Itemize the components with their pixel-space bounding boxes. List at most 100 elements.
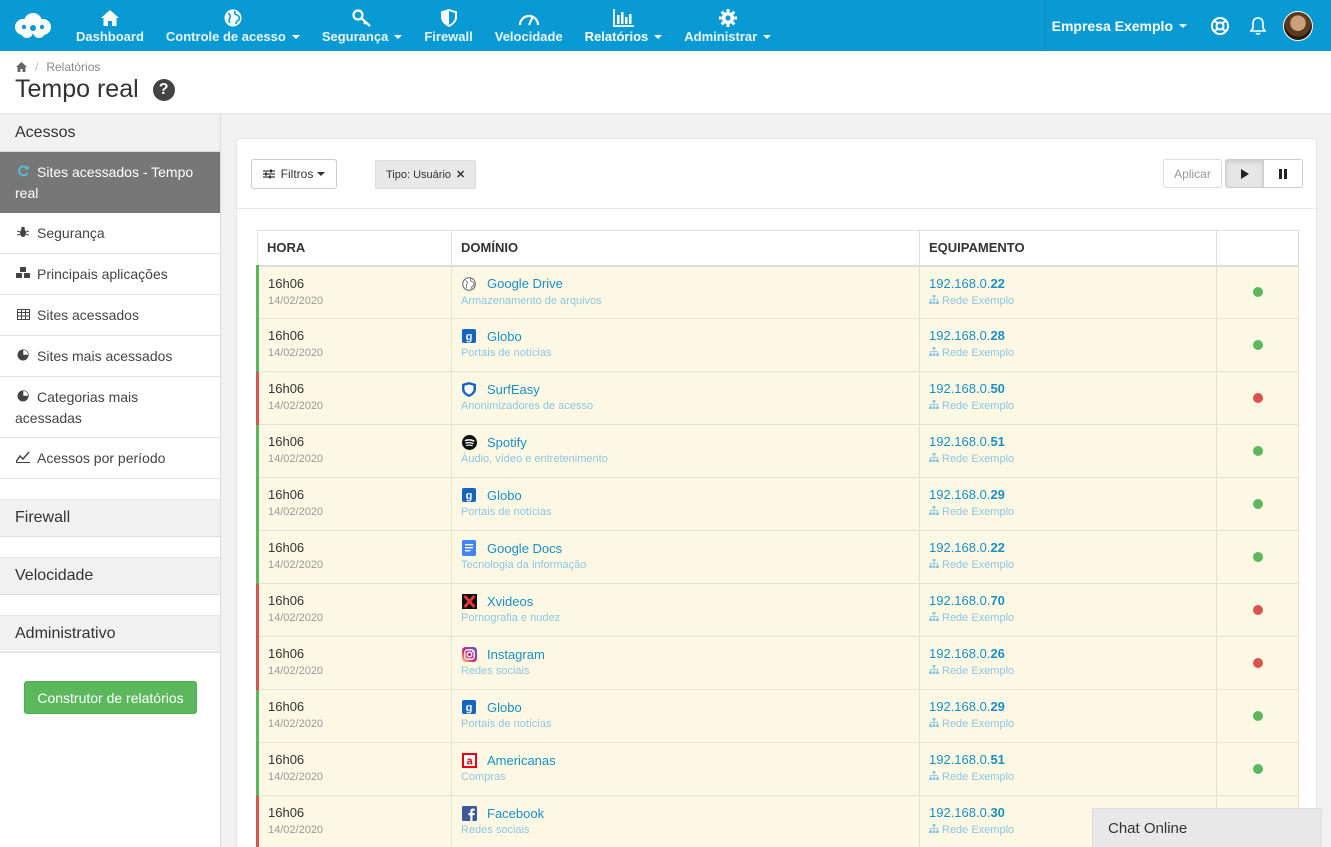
domain-link[interactable]: Instagram xyxy=(487,647,545,662)
play-button[interactable] xyxy=(1225,159,1264,188)
table-row[interactable]: 16h06 14/02/2020 Spotify Áudio, vídeo e ent… xyxy=(256,424,1299,478)
network-name: Rede Exemplo xyxy=(942,347,1015,359)
sidebar-section-velocidade[interactable]: Velocidade xyxy=(0,557,220,595)
domain-link[interactable]: Americanas xyxy=(487,753,556,768)
main-menu: Dashboard Controle de acesso Segurança Fire… xyxy=(65,0,782,51)
sidebar-section-acessos[interactable]: Acessos xyxy=(0,114,220,152)
sidebar-item-0[interactable]: Sites acessados - Tempo real xyxy=(0,152,220,213)
page-title: Tempo real ? xyxy=(15,75,175,104)
chat-online-button[interactable]: Chat Online xyxy=(1092,808,1322,847)
sidebar-item-3[interactable]: Sites acessados xyxy=(0,295,220,336)
device-ip-link[interactable]: 192.168.0.28 xyxy=(929,328,1207,343)
domain-link[interactable]: Globo xyxy=(487,329,522,344)
nav-item-dashboard[interactable]: Dashboard xyxy=(65,0,155,51)
nav-item-velocidade[interactable]: Velocidade xyxy=(484,0,574,51)
domain-link[interactable]: Globo xyxy=(487,700,522,715)
access-date: 14/02/2020 xyxy=(268,665,324,677)
nav-item-seguranca[interactable]: Segurança xyxy=(311,0,413,51)
nav-item-firewall[interactable]: Firewall xyxy=(413,0,483,51)
report-builder-button[interactable]: Construtor de relatórios xyxy=(24,681,197,714)
network-name: Rede Exemplo xyxy=(942,294,1015,307)
company-selector[interactable]: Empresa Exemplo xyxy=(1046,18,1201,34)
domain-link[interactable]: Spotify xyxy=(487,435,527,450)
user-avatar[interactable] xyxy=(1283,10,1313,41)
table-row[interactable]: 16h06 14/02/2020 SurfEasy Anonimizadores de… xyxy=(256,371,1299,425)
sidebar-item-5[interactable]: Categorias mais acessadas xyxy=(0,377,220,438)
table-row[interactable]: 16h06 14/02/2020 Instagram Redes sociais 192… xyxy=(256,636,1299,690)
sidebar-section-firewall[interactable]: Firewall xyxy=(0,499,220,537)
device-ip-link[interactable]: 192.168.0.29 xyxy=(929,699,1207,714)
sidebar-item-1[interactable]: Segurança xyxy=(0,213,220,254)
status-dot-icon xyxy=(1252,552,1263,562)
device-ip-link[interactable]: 192.168.0.51 xyxy=(929,434,1207,449)
table-row[interactable]: 16h06 14/02/2020 a Americanas Compras 192.168… xyxy=(256,742,1299,796)
cell-device: 192.168.0.26 Rede Exemplo xyxy=(919,636,1217,690)
sidebar-item-4[interactable]: Sites mais acessados xyxy=(0,336,220,377)
nav-item-relatorios[interactable]: Relatórios xyxy=(574,0,674,51)
pause-button[interactable] xyxy=(1264,159,1303,188)
filter-chip-label: Tipo: Usuário xyxy=(386,168,452,181)
sitemap-icon xyxy=(929,665,939,678)
cell-domain: a Americanas Compras xyxy=(451,742,920,796)
sidebar-item-2[interactable]: Principais aplicações xyxy=(0,254,220,295)
access-date: 14/02/2020 xyxy=(268,612,324,624)
table-row[interactable]: 16h06 14/02/2020 Xvideos Pornografia e nude… xyxy=(256,583,1299,637)
apply-button[interactable]: Aplicar xyxy=(1163,159,1222,188)
cell-status xyxy=(1216,636,1299,690)
access-time: 16h06 xyxy=(268,752,305,767)
logo[interactable] xyxy=(0,0,65,51)
column-header-domain[interactable]: DOMÍNIO xyxy=(451,230,920,267)
access-time: 16h06 xyxy=(268,434,305,449)
filters-button[interactable]: Filtros xyxy=(251,159,337,189)
column-header-device[interactable]: EQUIPAMENTO xyxy=(919,230,1217,267)
domain-link[interactable]: SurfEasy xyxy=(487,382,540,397)
sidebar-item-6[interactable]: Acessos por período xyxy=(0,438,220,479)
table-row[interactable]: 16h06 14/02/2020 Google Drive Armazenamento… xyxy=(256,265,1299,319)
sidebar-section-label: Firewall xyxy=(15,509,71,526)
table-row[interactable]: 16h06 14/02/2020 g Globo Portais de notícias… xyxy=(256,318,1299,372)
remove-filter-icon[interactable]: ✕ xyxy=(456,168,465,181)
breadcrumb-item[interactable]: Relatórios xyxy=(46,60,100,74)
device-ip-link[interactable]: 192.168.0.70 xyxy=(929,593,1207,608)
domain-category: Tecnologia da informação xyxy=(461,559,587,571)
table-row[interactable]: 16h06 14/02/2020 Google Docs Tecnologia da … xyxy=(256,530,1299,584)
device-ip-link[interactable]: 192.168.0.26 xyxy=(929,646,1207,661)
sidebar-section-label: Administrativo xyxy=(15,625,116,642)
domain-link[interactable]: Xvideos xyxy=(487,594,533,609)
domain-link[interactable]: Facebook xyxy=(487,806,544,821)
speedometer-icon xyxy=(518,8,540,28)
key-icon xyxy=(352,8,372,28)
help-icon[interactable]: ? xyxy=(152,78,175,101)
cell-time: 16h06 14/02/2020 xyxy=(256,477,452,531)
support-button[interactable] xyxy=(1201,16,1239,36)
status-dot-icon xyxy=(1252,446,1263,456)
cell-time: 16h06 14/02/2020 xyxy=(256,371,452,425)
device-ip-link[interactable]: 192.168.0.29 xyxy=(929,487,1207,502)
device-ip-link[interactable]: 192.168.0.22 xyxy=(929,276,1207,291)
device-ip-link[interactable]: 192.168.0.22 xyxy=(929,540,1207,555)
domain-link[interactable]: Globo xyxy=(487,488,522,503)
chevron-down-icon xyxy=(317,172,326,176)
domain-link[interactable]: Google Drive xyxy=(487,276,563,291)
domain-category: Redes sociais xyxy=(461,824,530,836)
cell-time: 16h06 14/02/2020 xyxy=(256,318,452,372)
cell-domain: SurfEasy Anonimizadores de acesso xyxy=(451,371,920,425)
notifications-button[interactable] xyxy=(1239,16,1277,36)
access-time: 16h06 xyxy=(268,646,305,661)
nav-item-label: Controle de acesso xyxy=(166,29,300,44)
table-row[interactable]: 16h06 14/02/2020 g Globo Portais de notícias… xyxy=(256,477,1299,531)
device-ip-link[interactable]: 192.168.0.50 xyxy=(929,381,1207,396)
nav-item-administrar[interactable]: Administrar xyxy=(673,0,782,51)
table-row[interactable]: 16h06 14/02/2020 g Globo Portais de notícias… xyxy=(256,689,1299,743)
navbar-right: Empresa Exemplo xyxy=(1044,0,1331,51)
nav-item-controle-de-acesso[interactable]: Controle de acesso xyxy=(155,0,311,51)
sidebar-section-administrativo[interactable]: Administrativo xyxy=(0,615,220,653)
bell-icon xyxy=(1249,16,1267,35)
globe-icon xyxy=(224,8,242,28)
device-ip-link[interactable]: 192.168.0.51 xyxy=(929,752,1207,767)
column-header-time[interactable]: HORA xyxy=(257,230,452,267)
line-chart-icon xyxy=(15,449,31,469)
domain-link[interactable]: Google Docs xyxy=(487,541,562,556)
page-title-text: Tempo real xyxy=(15,75,139,103)
home-icon[interactable] xyxy=(16,62,27,72)
